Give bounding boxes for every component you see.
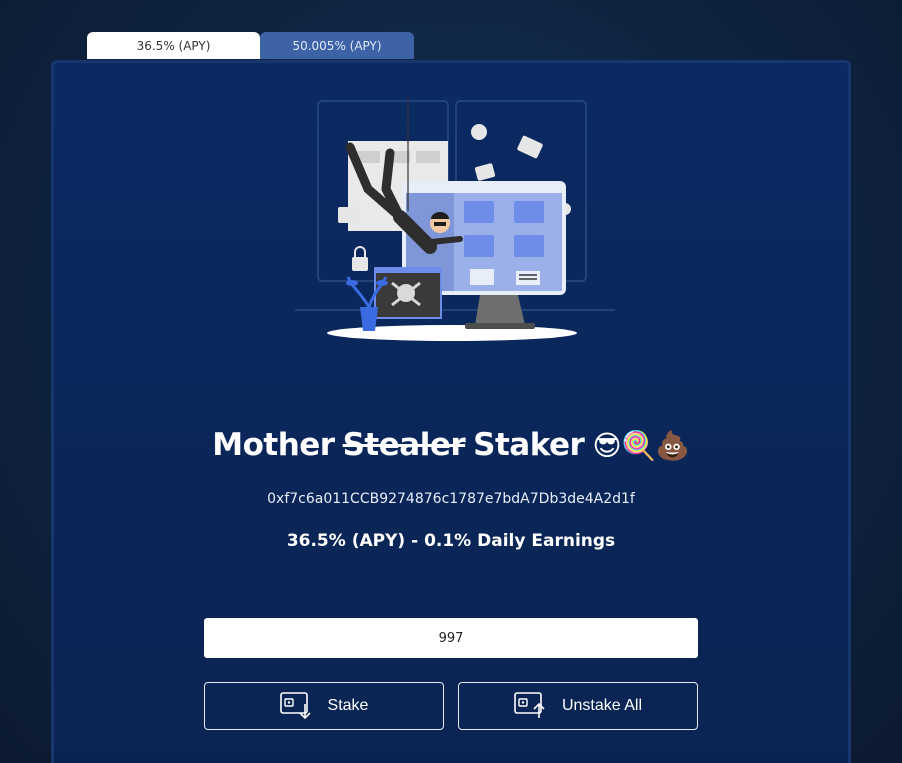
rate-summary: 36.5% (APY) - 0.1% Daily Earnings: [286, 531, 616, 551]
title-struck-word: Stealer: [342, 427, 466, 463]
title-prefix: Mother: [212, 427, 335, 463]
unstake-all-label: Unstake All: [561, 697, 643, 714]
stake-label: Stake: [327, 697, 369, 714]
title-emojis: 😎🍭💩: [592, 428, 690, 462]
wallet-withdraw-icon: [514, 692, 545, 718]
stake-amount-input[interactable]: [204, 618, 698, 658]
staking-card: Mother Stealer Staker 😎🍭💩 0xf7c6a011CCB9…: [51, 60, 851, 763]
wallet-deposit-icon: [279, 692, 311, 720]
tab-apy-36[interactable]: 36.5% (APY): [87, 32, 260, 59]
contract-address: 0xf7c6a011CCB9274876c1787e7bdA7Db3de4A2d…: [267, 491, 635, 507]
stake-button[interactable]: Stake: [204, 682, 444, 730]
apy-tabs: 36.5% (APY) 50.005% (APY): [87, 32, 414, 59]
unstake-all-button[interactable]: Unstake All: [458, 682, 698, 730]
hacker-illustration: [295, 97, 615, 341]
page-title: Mother Stealer Staker 😎🍭💩: [54, 427, 848, 463]
tab-apy-50[interactable]: 50.005% (APY): [260, 32, 414, 59]
title-suffix: Staker: [473, 427, 585, 463]
